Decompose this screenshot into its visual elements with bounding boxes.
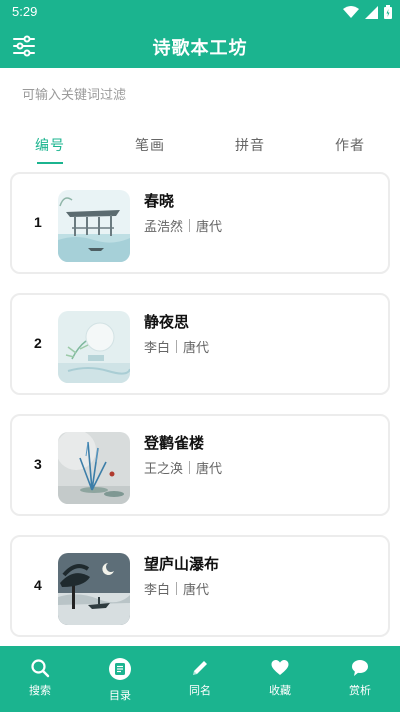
pencil-icon bbox=[193, 661, 207, 675]
poem-card[interactable]: 3 登鹳雀楼 王之涣 唐代 bbox=[10, 414, 390, 516]
poem-dynasty: 唐代 bbox=[196, 462, 223, 477]
nav-label: 同名 bbox=[189, 684, 211, 697]
tab-author[interactable]: 作者 bbox=[300, 122, 400, 166]
poem-number: 4 bbox=[34, 577, 42, 593]
tab-label: 编号 bbox=[35, 138, 65, 154]
bottom-nav: 搜索 目录 同名 收藏 赏析 bbox=[0, 646, 400, 712]
nav-label: 目录 bbox=[109, 689, 131, 702]
poem-meta: 王之涣 唐代 bbox=[144, 458, 222, 477]
poem-title: 望庐山瀑布 bbox=[144, 555, 220, 573]
poem-dynasty: 唐代 bbox=[183, 583, 210, 598]
poem-thumbnail bbox=[58, 190, 130, 262]
nav-search[interactable]: 搜索 bbox=[0, 646, 80, 712]
poem-dynasty: 唐代 bbox=[196, 220, 223, 235]
poem-author: 孟浩然 bbox=[144, 220, 184, 235]
poem-author: 李白 bbox=[144, 583, 171, 598]
search-icon bbox=[31, 659, 50, 678]
sort-tabs: 编号 笔画 拼音 作者 bbox=[0, 122, 400, 166]
poem-title: 登鹳雀楼 bbox=[144, 434, 205, 452]
tab-label: 作者 bbox=[335, 138, 365, 154]
battery-icon bbox=[384, 5, 392, 19]
signal-icon bbox=[365, 5, 378, 19]
poem-title: 静夜思 bbox=[144, 313, 190, 331]
status-time: 5:29 bbox=[12, 4, 38, 19]
search-input[interactable] bbox=[12, 82, 388, 108]
poem-title: 春晓 bbox=[144, 192, 175, 210]
nav-label: 赏析 bbox=[349, 684, 371, 697]
wifi-icon bbox=[343, 5, 359, 18]
nav-favorites[interactable]: 收藏 bbox=[240, 646, 320, 712]
tab-number[interactable]: 编号 bbox=[0, 122, 100, 166]
poem-number: 3 bbox=[34, 456, 42, 472]
poem-card[interactable]: 4 望庐山瀑布 李白 唐代 bbox=[10, 535, 390, 637]
poem-meta: 李白 唐代 bbox=[144, 337, 209, 356]
meta-divider bbox=[176, 582, 178, 595]
meta-divider bbox=[176, 340, 178, 353]
poem-list[interactable]: 1 春晓 孟浩然 唐代 2 静夜思 李白 唐代 3 登鹳雀楼 王之涣 唐代 4 … bbox=[0, 166, 400, 646]
poem-author: 李白 bbox=[144, 341, 171, 356]
poem-dynasty: 唐代 bbox=[183, 341, 210, 356]
poem-author: 王之涣 bbox=[144, 462, 184, 477]
app-bar: 诗歌本工坊 bbox=[0, 24, 400, 68]
nav-label: 搜索 bbox=[29, 684, 51, 697]
chat-bubble-icon bbox=[352, 660, 368, 676]
heart-icon bbox=[271, 660, 289, 675]
nav-label: 收藏 bbox=[269, 684, 291, 697]
poem-thumbnail bbox=[58, 432, 130, 504]
nav-catalog[interactable]: 目录 bbox=[80, 646, 160, 712]
tab-pinyin[interactable]: 拼音 bbox=[200, 122, 300, 166]
poem-meta: 李白 唐代 bbox=[144, 579, 209, 598]
poem-number: 1 bbox=[34, 214, 42, 230]
tab-label: 笔画 bbox=[135, 138, 165, 154]
search-bar bbox=[0, 68, 400, 122]
meta-divider bbox=[189, 219, 191, 232]
page-title: 诗歌本工坊 bbox=[152, 38, 248, 59]
poem-thumbnail bbox=[58, 311, 130, 383]
status-bar: 5:29 bbox=[0, 0, 400, 24]
nav-same-name[interactable]: 同名 bbox=[160, 646, 240, 712]
meta-divider bbox=[189, 461, 191, 474]
status-icons bbox=[343, 5, 392, 19]
tab-indicator bbox=[37, 162, 63, 164]
tab-label: 拼音 bbox=[235, 138, 265, 154]
nav-appreciation[interactable]: 赏析 bbox=[320, 646, 400, 712]
book-icon bbox=[109, 658, 131, 680]
poem-card[interactable]: 2 静夜思 李白 唐代 bbox=[10, 293, 390, 395]
poem-thumbnail bbox=[58, 553, 130, 625]
poem-card[interactable]: 1 春晓 孟浩然 唐代 bbox=[10, 172, 390, 274]
poem-number: 2 bbox=[34, 335, 42, 351]
tab-strokes[interactable]: 笔画 bbox=[100, 122, 200, 166]
poem-meta: 孟浩然 唐代 bbox=[144, 216, 222, 235]
